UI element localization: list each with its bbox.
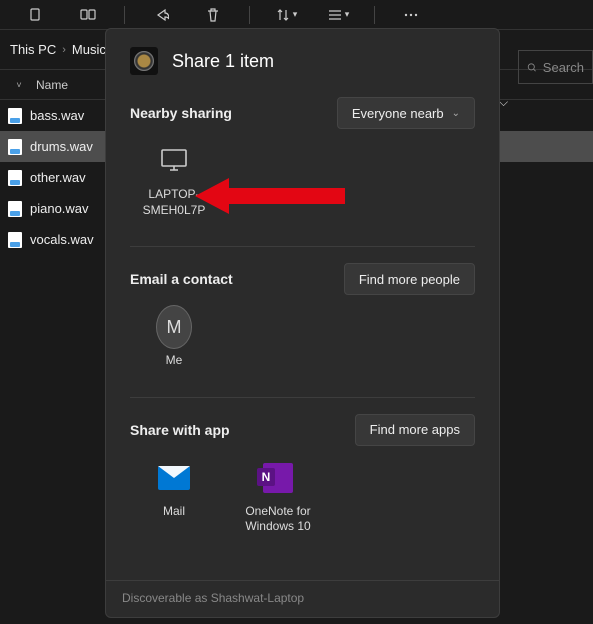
app-onenote[interactable]: N OneNote for Windows 10 bbox=[238, 460, 318, 535]
breadcrumb-item[interactable]: This PC bbox=[10, 42, 56, 57]
email-section: Email a contact Find more people M Me bbox=[106, 251, 499, 393]
find-people-button[interactable]: Find more people bbox=[344, 263, 475, 295]
toolbar: ▾ ▾ bbox=[0, 0, 593, 30]
nearby-device[interactable]: LAPTOP-SMEH0L7P bbox=[134, 143, 214, 218]
audio-file-icon bbox=[8, 170, 22, 186]
app-label: OneNote for Windows 10 bbox=[238, 504, 318, 535]
clone-icon[interactable] bbox=[72, 4, 104, 26]
email-title: Email a contact bbox=[130, 271, 233, 287]
avatar-icon: M bbox=[156, 309, 192, 345]
nearby-scope-dropdown[interactable]: Everyone nearb ⌄ bbox=[337, 97, 475, 129]
audio-file-icon bbox=[8, 139, 22, 155]
view-icon[interactable]: ▾ bbox=[322, 4, 354, 26]
find-apps-button[interactable]: Find more apps bbox=[355, 414, 475, 446]
share-header: Share 1 item bbox=[106, 29, 499, 85]
app-label: Mail bbox=[163, 504, 185, 520]
share-panel: Share 1 item Nearby sharing Everyone nea… bbox=[105, 28, 500, 618]
apps-title: Share with app bbox=[130, 422, 230, 438]
sort-indicator-icon: ˅ bbox=[12, 78, 26, 92]
breadcrumb-item[interactable]: Music bbox=[72, 42, 106, 57]
share-footer: Discoverable as Shashwat-Laptop bbox=[106, 580, 499, 617]
search-input[interactable]: Search bbox=[518, 50, 593, 84]
audio-file-icon bbox=[8, 108, 22, 124]
search-icon bbox=[527, 61, 537, 74]
file-name: drums.wav bbox=[30, 139, 93, 154]
delete-icon[interactable] bbox=[197, 4, 229, 26]
chevron-right-icon: › bbox=[62, 44, 66, 56]
chevron-down-icon: ⌄ bbox=[452, 108, 460, 119]
toolbar-separator bbox=[249, 6, 250, 24]
divider bbox=[130, 397, 475, 398]
more-icon[interactable] bbox=[395, 4, 427, 26]
sort-icon[interactable]: ▾ bbox=[270, 4, 302, 26]
nearby-title: Nearby sharing bbox=[130, 105, 232, 121]
share-icon[interactable] bbox=[145, 4, 177, 26]
audio-file-icon bbox=[8, 201, 22, 217]
toolbar-separator bbox=[124, 6, 125, 24]
nearby-section: Nearby sharing Everyone nearb ⌄ LAPTOP-S… bbox=[106, 85, 499, 242]
share-title: Share 1 item bbox=[172, 51, 274, 72]
audio-file-icon bbox=[8, 232, 22, 248]
copy-icon[interactable] bbox=[20, 4, 52, 26]
onenote-icon: N bbox=[260, 460, 296, 496]
file-name: vocals.wav bbox=[30, 232, 94, 247]
computer-icon bbox=[156, 143, 192, 179]
app-mail[interactable]: Mail bbox=[134, 460, 214, 535]
file-name: piano.wav bbox=[30, 201, 89, 216]
apps-section: Share with app Find more apps Mail N One… bbox=[106, 402, 499, 559]
column-chevron-icon: ⌵ bbox=[499, 95, 519, 115]
search-placeholder: Search bbox=[543, 60, 584, 75]
nearby-device-name: LAPTOP-SMEH0L7P bbox=[134, 187, 214, 218]
divider bbox=[130, 246, 475, 247]
share-item-icon bbox=[130, 47, 158, 75]
mail-icon bbox=[156, 460, 192, 496]
nearby-scope-label: Everyone nearb bbox=[352, 106, 444, 121]
file-name: bass.wav bbox=[30, 108, 84, 123]
contact-name: Me bbox=[166, 353, 183, 369]
file-name: other.wav bbox=[30, 170, 86, 185]
toolbar-separator bbox=[374, 6, 375, 24]
contact-me[interactable]: M Me bbox=[134, 309, 214, 369]
column-name-label: Name bbox=[36, 78, 68, 92]
